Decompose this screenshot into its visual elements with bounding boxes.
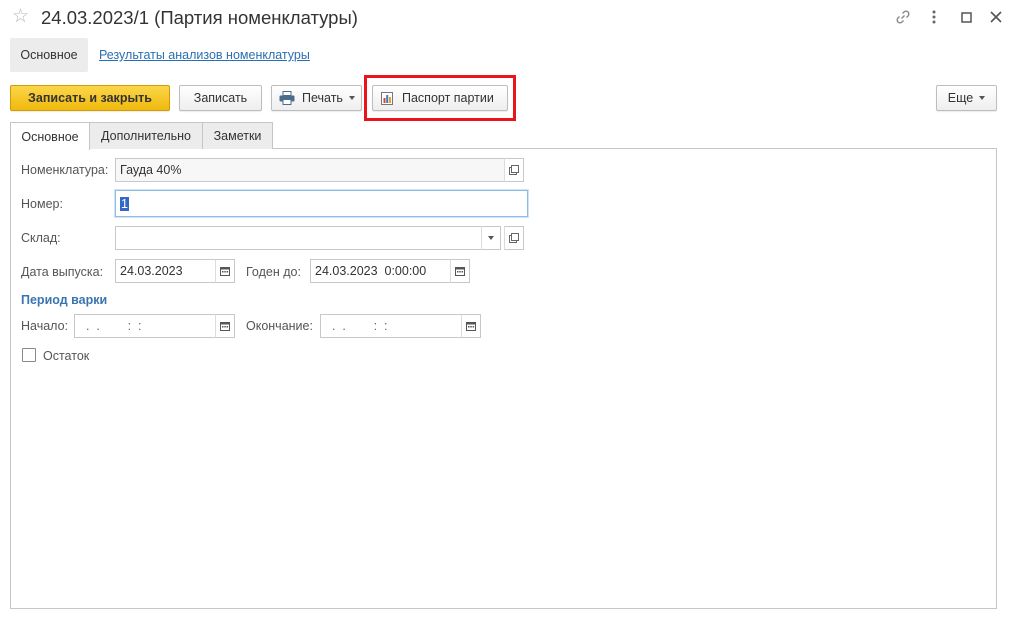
release-date-field[interactable]: 24.03.2023 [115,259,216,283]
save-and-close-button[interactable]: Записать и закрыть [10,85,170,111]
start-label: Начало: [21,319,69,333]
release-date-label: Дата выпуска: [21,265,104,279]
nav-analysis-results-link[interactable]: Результаты анализов номенклатуры [99,47,310,63]
more-button[interactable]: Еще [936,85,997,111]
print-label: Печать [302,91,343,105]
remainder-label: Остаток [43,349,90,363]
close-icon[interactable] [986,7,1006,27]
maximize-icon[interactable] [956,7,976,27]
start-field[interactable]: . . : : [74,314,216,338]
tab-panel-main [10,148,997,609]
valid-until-field[interactable]: 24.03.2023 0:00:00 [310,259,451,283]
favorite-star-icon[interactable]: ☆ [12,6,29,28]
remainder-checkbox[interactable] [22,348,36,362]
open-nomenclature-icon[interactable] [504,158,524,182]
printer-icon [279,91,295,105]
calendar-icon[interactable] [450,259,470,283]
save-button[interactable]: Записать [179,85,262,111]
highlight-frame [364,75,516,121]
warehouse-label: Склад: [21,231,61,245]
open-warehouse-icon[interactable] [504,226,524,250]
calendar-icon[interactable] [215,314,235,338]
nomenclature-field[interactable]: Гауда 40% [115,158,505,182]
valid-until-label: Годен до: [246,265,301,279]
more-actions-icon[interactable] [924,7,944,27]
calendar-icon[interactable] [461,314,481,338]
more-label: Еще [947,91,974,105]
warehouse-field[interactable] [115,226,482,250]
chevron-down-icon [348,96,355,100]
warehouse-dropdown-icon[interactable] [481,226,501,250]
nav-main[interactable]: Основное [10,38,88,72]
window-title: 24.03.2023/1 (Партия номенклатуры) [41,7,358,28]
tab-additional[interactable]: Дополнительно [89,122,203,149]
cooking-period-title: Период варки [21,293,108,307]
number-field[interactable]: 1 [115,190,528,217]
nomenclature-label: Номенклатура: [21,163,109,177]
end-label: Окончание: [246,319,313,333]
calendar-icon[interactable] [215,259,235,283]
number-value: 1 [120,196,129,211]
chevron-down-icon [979,96,986,100]
print-button[interactable]: Печать [271,85,362,111]
tab-main[interactable]: Основное [10,122,90,150]
end-field[interactable]: . . : : [320,314,462,338]
link-icon[interactable] [893,7,913,27]
tab-notes[interactable]: Заметки [202,122,273,149]
number-label: Номер: [21,197,63,211]
